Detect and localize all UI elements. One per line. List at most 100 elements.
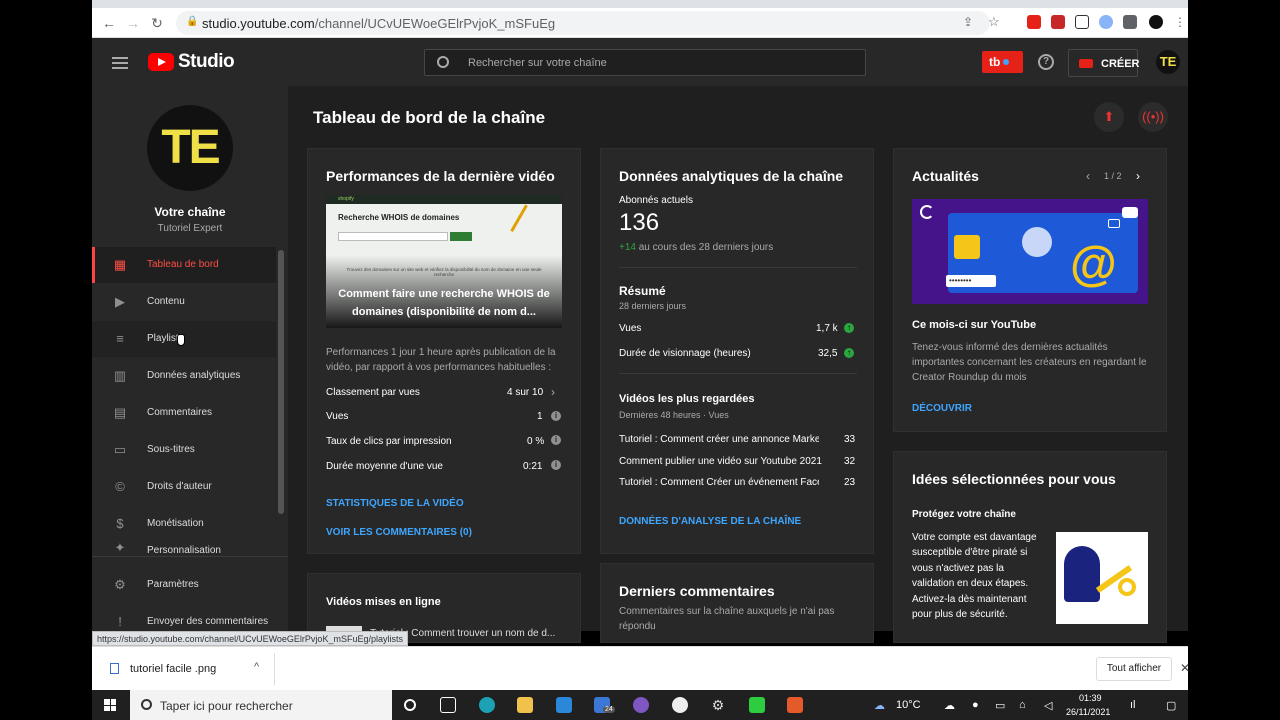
sidebar-item-dashboard[interactable]: ▦ Tableau de bord [92, 247, 276, 283]
windows-start-icon[interactable] [104, 699, 116, 711]
channel-analytics-link[interactable]: DONNÉES D'ANALYSE DE LA CHAÎNE [619, 516, 801, 527]
camtasia-icon[interactable] [749, 697, 765, 713]
reload-icon[interactable]: ↻ [148, 14, 166, 32]
network-icon[interactable]: ⌂ [1019, 699, 1026, 711]
temperature[interactable]: 10°C [896, 699, 921, 711]
chevron-right-icon[interactable]: › [1136, 169, 1140, 183]
show-all-button[interactable]: Tout afficher [1096, 657, 1172, 681]
battery-icon[interactable]: ▭ [995, 699, 1005, 712]
volume-icon[interactable]: ◁ [1044, 699, 1052, 712]
info-icon[interactable]: i [551, 460, 561, 470]
news-image[interactable]: •••••••• @ [912, 199, 1148, 304]
sidebar-item-comments[interactable]: ▤ Commentaires [92, 395, 276, 431]
sidebar-item-analytics[interactable]: ▥ Données analytiques [92, 358, 276, 394]
top-video-title[interactable]: Comment publier une vidéo sur Youtube 20… [619, 456, 829, 467]
sidebar-item-settings[interactable]: ⚙ Paramètres [92, 567, 276, 603]
settings-gear-icon[interactable]: ⚙ [710, 697, 726, 713]
create-button[interactable]: CRÉER [1068, 49, 1140, 77]
extension-blue-icon[interactable] [1099, 15, 1113, 29]
info-icon[interactable]: i [551, 411, 561, 421]
chevron-left-icon[interactable]: ‹ [1086, 169, 1090, 183]
info-icon[interactable]: i [551, 435, 561, 445]
account-avatar[interactable]: TE [1156, 50, 1180, 74]
divider [619, 267, 857, 268]
chrome-icon[interactable] [672, 697, 688, 713]
input-indicator-icon[interactable]: ıl [1130, 699, 1136, 711]
top-video-title[interactable]: Tutoriel : Comment créer une annonce Mar… [619, 434, 819, 445]
sidebar-item-label: Paramètres [147, 579, 199, 590]
app-orange-icon[interactable] [787, 697, 803, 713]
address-bar[interactable]: 🔒 studio.youtube.com/channel/UCvUEWoeGEl… [176, 11, 1000, 35]
messenger-icon[interactable] [633, 697, 649, 713]
thumbnail-heading: Recherche WHOIS de domaines [338, 213, 460, 222]
extension-translate-icon[interactable] [1075, 15, 1089, 29]
hamburger-menu-icon[interactable] [112, 62, 128, 64]
video-camera-icon [1079, 59, 1093, 68]
edge-icon[interactable] [479, 697, 495, 713]
clock-time[interactable]: 01:39 [1079, 693, 1102, 703]
tubebuddy-button[interactable]: tb [982, 51, 1023, 73]
bookmark-star-icon[interactable]: ☆ [988, 14, 1000, 30]
store-icon[interactable] [556, 697, 572, 713]
rank-label: Classement par vues [326, 387, 420, 398]
chevron-up-icon[interactable]: ^ [254, 661, 259, 673]
thumbnail-brand: shopify [338, 196, 354, 202]
studio-logo-text[interactable]: Studio [178, 51, 235, 73]
top-video-title[interactable]: Tutoriel : Comment Créer un événement Fa… [619, 477, 819, 488]
share-icon[interactable]: ⇪ [963, 15, 973, 29]
taskbar-search-input[interactable]: Taper ici pour rechercher [130, 690, 392, 720]
search-input[interactable]: Rechercher sur votre chaîne [424, 49, 866, 76]
at-sign-icon: @ [1070, 238, 1117, 291]
right-letterbox [1188, 0, 1280, 720]
upload-button[interactable]: ⬆ [1094, 102, 1124, 132]
video-stats-link[interactable]: STATISTIQUES DE LA VIDÉO [326, 498, 464, 509]
back-icon[interactable]: ← [100, 14, 118, 32]
close-icon[interactable]: ✕ [1180, 661, 1190, 675]
chevron-right-icon[interactable]: › [551, 385, 555, 399]
ideas-subtitle: Protégez votre chaîne [912, 509, 1016, 520]
rank-value: 4 sur 10 [507, 387, 544, 398]
task-view-icon[interactable] [440, 697, 456, 713]
sidebar-item-monetization[interactable]: $ Monétisation [92, 506, 276, 542]
sidebar-item-playlists[interactable]: ≡ Playlists [92, 321, 276, 357]
news-card: Actualités ‹ 1 / 2 › •••••••• @ Ce mois-… [893, 148, 1167, 432]
go-live-button[interactable]: ((•)) [1138, 102, 1168, 132]
forward-icon[interactable]: → [124, 14, 142, 32]
weather-cloud-icon[interactable]: ☁ [874, 699, 885, 712]
sidebar-item-content[interactable]: ▶ Contenu [92, 284, 276, 320]
notification-center-icon[interactable]: ▢ [1166, 699, 1176, 712]
sidebar-scrollbar[interactable] [278, 250, 284, 514]
video-thumbnail[interactable]: shopify Recherche WHOIS de domaines Trou… [326, 195, 562, 328]
news-profile-icon [1022, 227, 1052, 257]
monetization-icon: $ [116, 516, 124, 531]
performance-description: Performances 1 jour 1 heure après public… [326, 347, 556, 373]
help-icon[interactable]: ? [1038, 54, 1054, 70]
view-comments-link[interactable]: VOIR LES COMMENTAIRES (0) [326, 527, 472, 538]
cortana-icon[interactable] [404, 699, 416, 711]
discover-link[interactable]: DÉCOUVRIR [912, 403, 972, 414]
arrow-up-icon: ↑ [844, 348, 854, 358]
comments-card: Derniers commentaires Commentaires sur l… [600, 563, 874, 643]
camera-icon [1108, 219, 1120, 228]
mail-icon[interactable]: 24 [594, 697, 615, 713]
extension-tubebuddy-icon[interactable] [1027, 15, 1041, 29]
download-item[interactable]: tutoriel facile .png ^ [108, 658, 268, 680]
dashboard-icon: ▦ [113, 257, 127, 272]
link-status-url: https://studio.youtube.com/channel/UCvUE… [92, 631, 408, 646]
ctr-value: 0 % [527, 436, 545, 447]
sidebar-item-customization[interactable]: ✦ Personnalisation [92, 543, 276, 555]
microphone-icon[interactable]: ● [972, 699, 979, 711]
extension-red-icon[interactable] [1051, 15, 1065, 29]
clock-date[interactable]: 26/11/2021 [1066, 707, 1110, 717]
file-explorer-icon[interactable] [517, 697, 533, 713]
profile-avatar-icon[interactable] [1149, 15, 1163, 29]
channel-avatar[interactable]: TE [147, 105, 233, 191]
browser-menu-icon[interactable]: ⋮ [1174, 15, 1186, 29]
extensions-puzzle-icon[interactable] [1123, 15, 1137, 29]
download-bar: tutoriel facile .png ^ Tout afficher ✕ [92, 646, 1190, 690]
sidebar-item-copyright[interactable]: © Droits d'auteur [92, 469, 276, 505]
onedrive-cloud-icon[interactable]: ☁ [944, 699, 955, 712]
sidebar-item-subtitles[interactable]: ▭ Sous-titres [92, 432, 276, 468]
comments-icon: ▤ [113, 405, 127, 420]
youtube-logo-icon[interactable] [148, 53, 174, 71]
